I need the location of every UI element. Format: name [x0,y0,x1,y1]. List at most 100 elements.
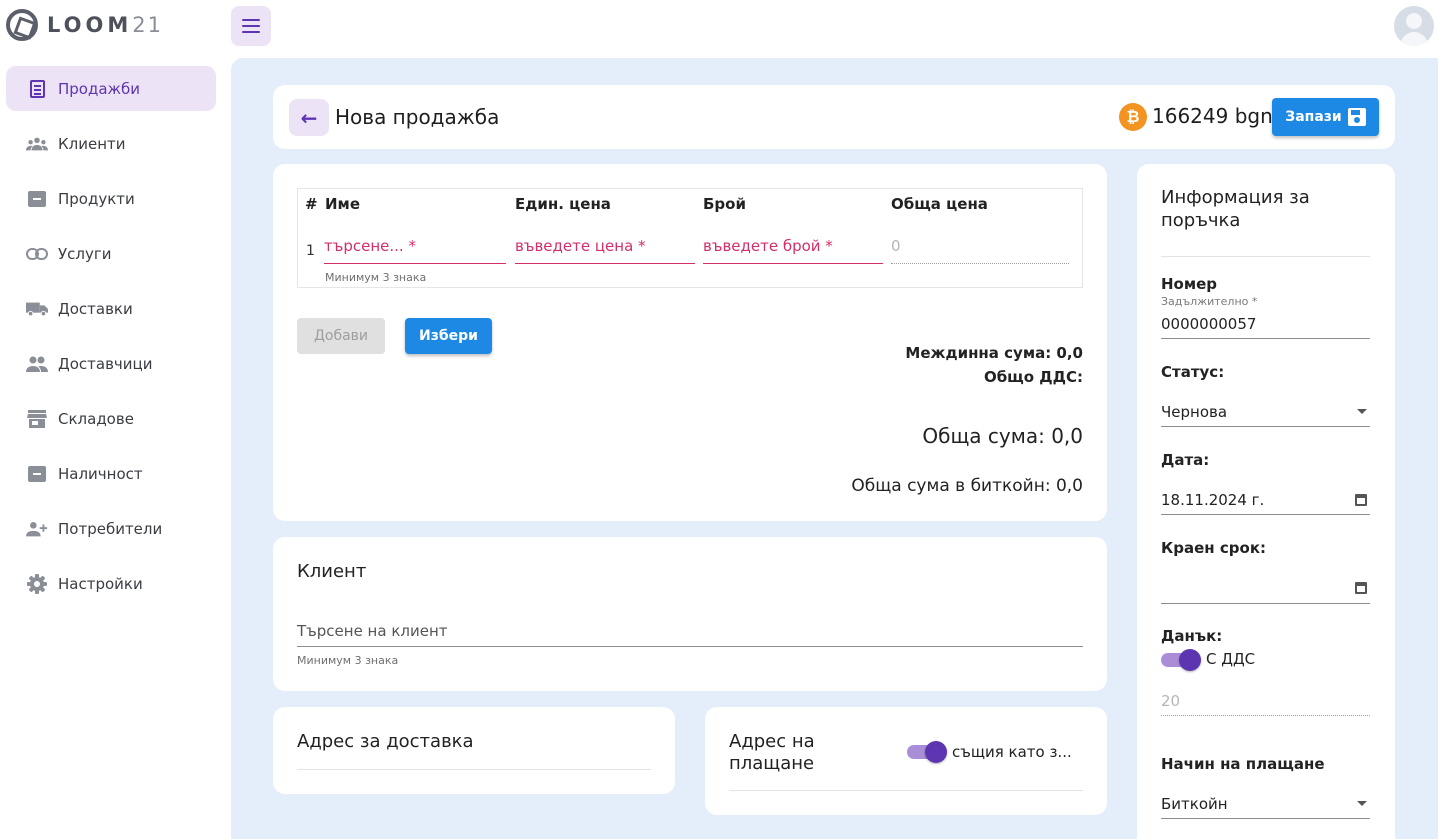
chevron-down-icon [1357,409,1367,414]
payment-method-value: Биткойн [1161,795,1228,813]
person-add-icon [26,518,48,540]
add-item-button[interactable]: Добави [297,318,385,354]
status-select[interactable]: Чернова [1161,403,1370,427]
product-search-placeholder: търсене... * [324,237,416,255]
choose-item-button[interactable]: Избери [405,318,492,354]
same-as-delivery-label: същия като з... [952,743,1072,761]
page-header: ← Нова продажба ₿ 166249 bgn Запази [273,85,1395,149]
sidebar-item-suppliers[interactable]: Доставчици [6,341,216,386]
delivery-address-title: Адрес за доставка [297,731,474,752]
sidebar-item-label: Складове [58,409,134,428]
unit-price-input[interactable]: въведете цена * [515,229,695,264]
sidebar-item-label: Потребители [58,519,163,538]
chevron-down-icon [1357,801,1367,806]
logo-text: LOOM [47,13,133,37]
status-value: Чернова [1161,403,1228,421]
store-icon [26,408,48,430]
logo-icon [6,9,38,41]
column-header-unit-price: Един. цена [515,195,611,213]
save-button[interactable]: Запази [1272,98,1379,136]
due-date-input[interactable] [1161,579,1370,604]
billing-address-card: Адрес на плащане същия като з... [705,707,1107,815]
sidebar-item-inventory[interactable]: Наличност [6,451,216,496]
tax-label: Данък: [1161,627,1223,645]
bitcoin-icon: ₿ [1119,103,1147,131]
same-as-delivery-toggle[interactable] [907,741,947,763]
balance-amount: 166249 bgn [1152,104,1273,128]
back-button[interactable]: ← [289,99,329,136]
sidebar-item-products[interactable]: Продукти [6,176,216,221]
order-number-label: Номер [1161,275,1218,293]
order-info-title: Информация за поръчка [1161,187,1310,231]
sidebar-item-label: Наличност [58,464,143,483]
tax-rate-field: 20 [1161,692,1370,716]
truck-icon [26,298,48,320]
main-content: ← Нова продажба ₿ 166249 bgn Запази # Им… [231,58,1438,839]
sidebar-item-users[interactable]: Потребители [6,506,216,551]
user-avatar[interactable] [1394,6,1434,46]
delivery-address-card: Адрес за доставка [273,707,675,794]
calendar-icon[interactable] [1355,494,1367,506]
divider [729,790,1083,791]
order-info-card: Информация за поръчка Номер Задължително… [1137,164,1395,839]
sidebar-item-label: Услуги [58,244,112,263]
link-icon [26,243,48,265]
date-label: Дата: [1161,451,1210,469]
sidebar-item-label: Настройки [58,574,143,593]
sidebar-item-deliveries[interactable]: Доставки [6,286,216,331]
vat-toggle[interactable] [1161,649,1201,671]
column-header-name: Име [325,195,360,213]
archive-icon [26,463,48,485]
archive-icon [26,188,48,210]
date-value: 18.11.2024 г. [1161,491,1265,509]
floppy-disk-icon [1347,108,1366,126]
date-input[interactable]: 18.11.2024 г. [1161,491,1370,515]
page-title: Нова продажба [335,105,500,129]
payment-method-select[interactable]: Биткойн [1161,795,1370,819]
billing-address-title: Адрес на плащане [729,731,815,774]
line-total-value: 0 [891,237,901,255]
sidebar-item-label: Доставки [58,299,133,318]
sidebar-item-clients[interactable]: Клиенти [6,121,216,166]
quantity-input[interactable]: въведете брой * [703,229,883,264]
line-total-field: 0 [891,229,1069,264]
order-number-input[interactable]: 0000000057 [1161,315,1370,339]
sidebar-item-settings[interactable]: Настройки [6,561,216,606]
arrow-left-icon: ← [300,105,318,130]
items-table: # Име Един. цена Брой Обща цена 1 търсен… [297,188,1083,288]
column-header-total: Обща цена [891,195,988,213]
top-bar: LOOM21 [0,0,1438,58]
product-search-input[interactable]: търсене... * [324,229,506,264]
sidebar-item-label: Доставчици [58,354,153,373]
unit-price-placeholder: въведете цена * [515,237,646,255]
app-logo[interactable]: LOOM21 [6,9,163,41]
subtotal: Междинна сума: 0,0 [905,344,1083,362]
column-header-number: # [305,195,318,213]
product-search-hint: Минимум 3 знака [325,271,427,284]
sidebar-item-warehouses[interactable]: Складове [6,396,216,441]
sidebar-item-label: Продажби [58,79,141,98]
quantity-placeholder: въведете брой * [703,237,833,255]
client-search-hint: Минимум 3 знака [297,654,399,667]
items-card: # Име Един. цена Брой Обща цена 1 търсен… [273,164,1107,521]
logo-number: 21 [132,13,163,37]
bitcoin-total: Обща сума в биткойн: 0,0 [851,476,1083,496]
divider [297,769,651,770]
payment-method-label: Начин на плащане [1161,755,1325,773]
status-label: Статус: [1161,363,1225,381]
people-icon [26,353,48,375]
sidebar-item-services[interactable]: Услуги [6,231,216,276]
column-header-quantity: Брой [703,195,746,213]
client-title: Клиент [297,561,367,582]
row-number: 1 [306,243,315,259]
client-search-input[interactable]: Търсене на клиент [297,617,1083,647]
calendar-icon[interactable] [1355,582,1367,594]
receipt-icon [26,78,48,100]
menu-toggle-button[interactable] [231,6,271,46]
sidebar-item-label: Продукти [58,189,135,208]
sidebar: Продажби Клиенти Продукти Услуги Доставк… [0,58,231,839]
groups-icon [26,133,48,155]
grand-total: Обща сума: 0,0 [922,424,1083,448]
due-date-label: Краен срок: [1161,539,1266,557]
sidebar-item-sales[interactable]: Продажби [6,66,216,111]
